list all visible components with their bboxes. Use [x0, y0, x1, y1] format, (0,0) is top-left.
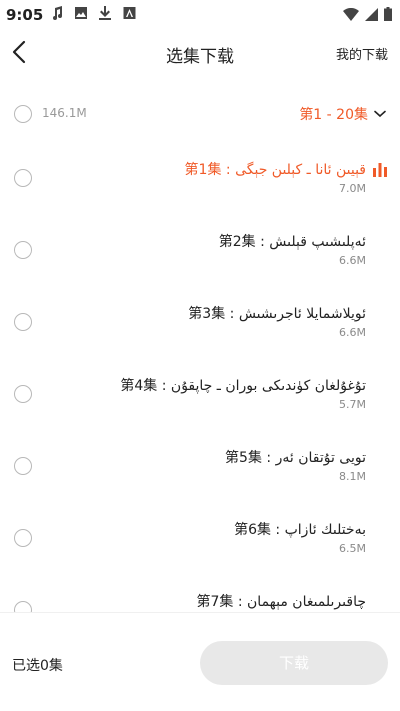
- episode-item[interactable]: 第7集 : چاقىرىلمىغان مېھمان: [0, 572, 400, 612]
- status-time: 9:05: [6, 6, 44, 24]
- episode-title: 第1集 : قېيىن ئانا ـ كېلىن جېگى: [184, 162, 366, 178]
- episode-radio[interactable]: [14, 241, 32, 259]
- episode-size: 6.6M: [339, 254, 366, 267]
- episode-title: 第5集 : تويى تۇتقان ئەر: [225, 450, 366, 466]
- image-icon: [74, 5, 88, 21]
- music-icon: [50, 5, 64, 21]
- episode-size: 8.1M: [339, 470, 366, 483]
- chevron-down-icon: [374, 110, 386, 118]
- battery-icon: [384, 6, 392, 25]
- nav-header: 选集下载 我的下载: [0, 30, 400, 76]
- episode-title: 第6集 : بەختلىك ئازاپ: [234, 522, 366, 538]
- select-all-row: 146.1M 第1 - 20集: [0, 96, 400, 132]
- episode-radio[interactable]: [14, 601, 32, 612]
- store-icon: [122, 5, 136, 21]
- episode-item[interactable]: 第3集 : ئويلاشمايلا ئاجرىشىش 6.6M: [0, 284, 400, 356]
- episode-range-dropdown[interactable]: 第1 - 20集: [299, 104, 386, 124]
- download-icon: [98, 5, 112, 21]
- status-bar: 9:05: [0, 0, 400, 30]
- download-button[interactable]: 下载: [200, 641, 388, 685]
- episode-item[interactable]: 第4集 : تۇغۇلغان كۈندىكى بوران ـ چاپقۇن 5.…: [0, 356, 400, 428]
- select-all-radio[interactable]: [14, 105, 32, 123]
- selected-count: 已选0集: [12, 658, 63, 674]
- episode-title: 第2集 : ئەپلىشىپ قېلىش: [218, 234, 366, 250]
- signal-icon: [365, 6, 378, 25]
- my-download-link[interactable]: 我的下载: [336, 44, 388, 63]
- episode-item[interactable]: 第6集 : بەختلىك ئازاپ 6.5M: [0, 500, 400, 572]
- bottom-action-bar: 已选0集 下载: [0, 612, 400, 711]
- episode-radio[interactable]: [14, 457, 32, 475]
- episode-item[interactable]: 第2集 : ئەپلىشىپ قېلىش 6.6M: [0, 212, 400, 284]
- episode-radio[interactable]: [14, 385, 32, 403]
- episode-item[interactable]: 第1集 : قېيىن ئانا ـ كېلىن جېگى 7.0M: [0, 140, 400, 212]
- episode-size: 5.7M: [339, 398, 366, 411]
- playing-equalizer-icon: [373, 163, 387, 177]
- notification-icons: [50, 5, 136, 21]
- episode-title: 第4集 : تۇغۇلغان كۈندىكى بوران ـ چاپقۇن: [120, 378, 366, 394]
- episode-title: 第7集 : چاقىرىلمىغان مېھمان: [196, 594, 366, 610]
- system-icons: [343, 6, 392, 25]
- episode-radio[interactable]: [14, 169, 32, 187]
- total-size: 146.1M: [42, 106, 87, 120]
- episode-radio[interactable]: [14, 529, 32, 547]
- episode-radio[interactable]: [14, 313, 32, 331]
- episode-size: 6.6M: [339, 326, 366, 339]
- episode-size: 6.5M: [339, 542, 366, 555]
- episode-size: 7.0M: [339, 182, 366, 195]
- episode-list[interactable]: 第1集 : قېيىن ئانا ـ كېلىن جېگى 7.0M 第2集 :…: [0, 140, 400, 612]
- episode-title: 第3集 : ئويلاشمايلا ئاجرىشىش: [188, 306, 366, 322]
- wifi-icon: [343, 6, 359, 25]
- episode-item[interactable]: 第5集 : تويى تۇتقان ئەر 8.1M: [0, 428, 400, 500]
- range-label: 第1 - 20集: [299, 107, 368, 123]
